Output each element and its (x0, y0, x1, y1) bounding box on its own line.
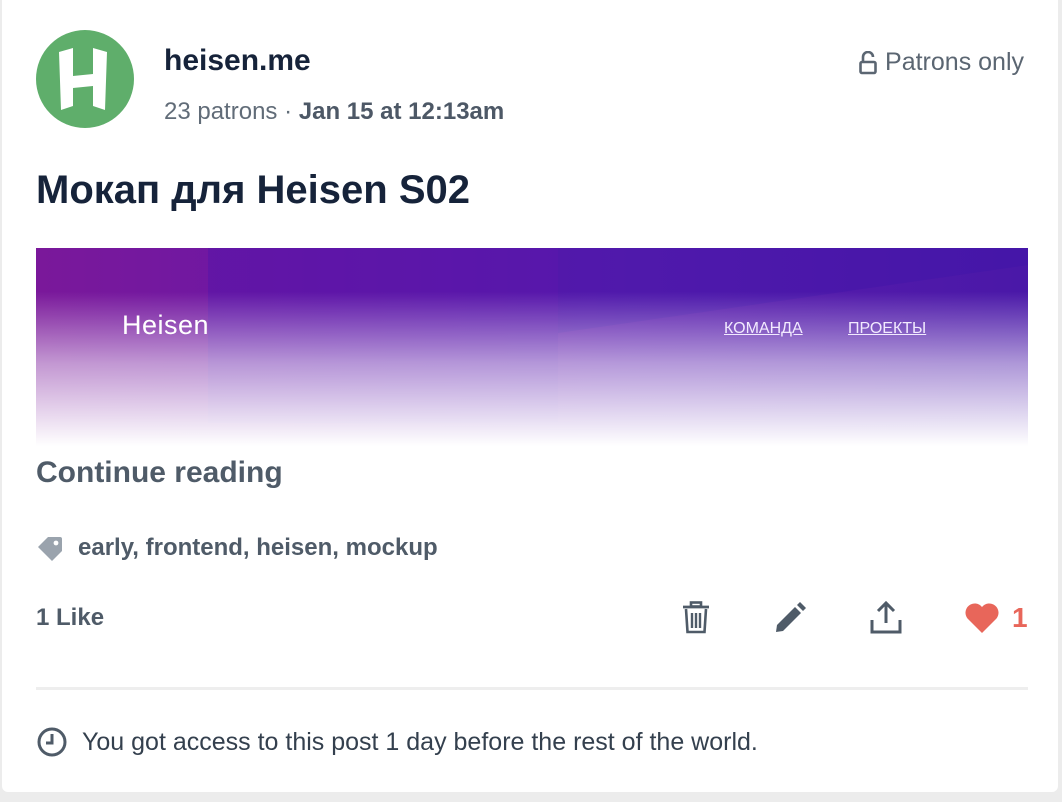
divider (36, 687, 1028, 690)
like-button[interactable]: 1 (964, 598, 1028, 638)
lock-icon (859, 50, 877, 74)
post-card: heisen.me 23 patrons · Jan 15 at 12:13am… (2, 0, 1058, 792)
banner-nav-item: КОМАНДА (724, 320, 803, 337)
creator-name[interactable]: heisen.me (164, 44, 311, 78)
clock-icon (37, 727, 67, 757)
trash-icon (683, 601, 709, 634)
avatar-logo (59, 48, 107, 110)
pencil-icon (776, 602, 806, 632)
edit-button[interactable] (770, 598, 810, 638)
banner-brand: Heisen (122, 310, 210, 340)
patron-count: 23 patrons (164, 98, 278, 125)
early-access-note: You got access to this post 1 day before… (36, 726, 758, 758)
early-access-text: You got access to this post 1 day before… (82, 727, 758, 756)
meta-separator: · (284, 98, 293, 125)
banner-fade (36, 248, 1028, 446)
creator-avatar[interactable] (36, 30, 134, 128)
heart-count: 1 (1012, 602, 1028, 633)
tags-list[interactable]: early, frontend, heisen, mockup (78, 534, 438, 562)
likes-count[interactable]: 1 Like (36, 604, 104, 632)
heart-icon (965, 603, 999, 633)
access-badge: Patrons only (859, 48, 1024, 77)
post-meta: 23 patrons · Jan 15 at 12:13am (164, 98, 504, 126)
tag-icon (38, 537, 62, 561)
share-button[interactable] (866, 598, 906, 638)
continue-reading-link[interactable]: Continue reading (36, 456, 283, 490)
post-title[interactable]: Мокап для Heisen S02 (36, 168, 470, 213)
access-label: Patrons only (885, 48, 1024, 76)
delete-button[interactable] (676, 598, 716, 638)
banner-nav-item: ПРОЕКТЫ (848, 320, 927, 337)
post-preview-image[interactable]: Heisen КОМАНДА ПРОЕКТЫ (36, 248, 1028, 446)
share-icon (870, 601, 902, 634)
post-date[interactable]: Jan 15 at 12:13am (299, 98, 504, 125)
post-tags: early, frontend, heisen, mockup (36, 534, 438, 562)
